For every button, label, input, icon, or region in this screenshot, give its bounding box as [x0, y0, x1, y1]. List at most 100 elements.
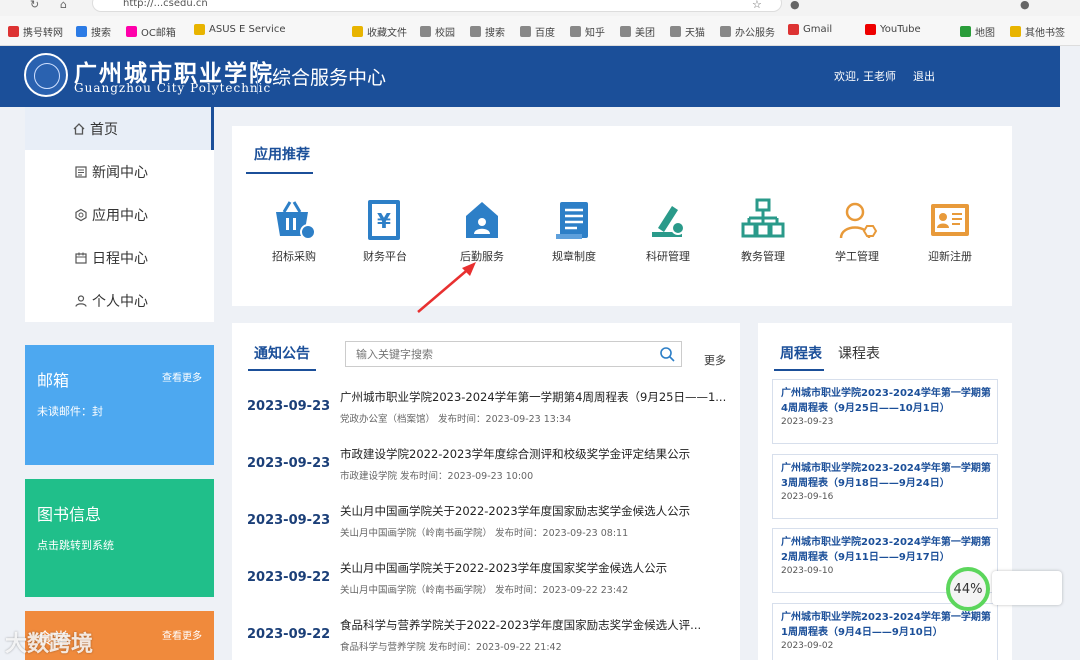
schedule-title[interactable]: 广州城市职业学院2023-2024学年第一学期第2周周程表（9月11日——9月1… — [781, 535, 991, 565]
notice-item[interactable]: 2023-09-23 关山月中国画学院关于2022-2023学年度国家励志奖学金… — [232, 495, 740, 552]
sidebar-item-profile[interactable]: 个人中心 — [25, 279, 214, 322]
search-icon[interactable] — [659, 346, 675, 366]
schedule-item[interactable]: 广州城市职业学院2023-2024学年第一学期第3周周程表（9月18日——9月2… — [772, 454, 998, 519]
bookmark-item[interactable]: 天猫 — [670, 24, 705, 39]
app-student[interactable]: 学工管理 — [817, 198, 897, 264]
notice-meta: 党政办公室（档案馆） 发布时间：2023-09-23 13:34 — [340, 414, 572, 425]
schedule-date: 2023-09-23 — [781, 417, 834, 427]
reload-icon[interactable]: ↻ — [30, 0, 39, 10]
sidebar-item-home[interactable]: 首页 — [25, 107, 214, 150]
notice-item[interactable]: 2023-09-22 关山月中国画学院关于2022-2023学年度国家奖学金候选… — [232, 552, 740, 609]
schedule-title[interactable]: 广州城市职业学院2023-2024学年第一学期第4周周程表（9月25日——10月… — [781, 386, 991, 416]
bookmark-item[interactable]: 美团 — [620, 24, 655, 39]
tab-notice[interactable]: 通知公告 — [254, 343, 310, 363]
favorite-star-icon[interactable]: ☆ — [752, 0, 762, 10]
bookmark-item[interactable]: 搜索 — [470, 24, 505, 39]
network-speed-widget[interactable]: 44% — [940, 565, 1070, 613]
notice-item[interactable]: 2023-09-23 广州城市职业学院2023-2024学年第一学期第4周周程表… — [232, 381, 740, 438]
app-label: 招标采购 — [272, 250, 316, 263]
tab-course-schedule[interactable]: 课程表 — [838, 343, 880, 363]
app-rules[interactable]: 规章制度 — [534, 198, 614, 264]
bookmark-icon — [352, 26, 363, 37]
library-link-text[interactable]: 点击跳转到系统 — [37, 537, 114, 553]
bookmark-item[interactable]: 办公服务 — [720, 24, 775, 39]
notice-date: 2023-09-22 — [247, 627, 331, 642]
bookmark-icon — [788, 24, 799, 35]
bookmark-label: YouTube — [880, 24, 921, 35]
bookmark-item[interactable]: 其他书签 — [1010, 24, 1065, 39]
header-divider — [257, 60, 258, 94]
bookmark-item[interactable]: 地图 — [960, 24, 995, 39]
bookmark-icon — [960, 26, 971, 37]
tab-underline — [248, 369, 316, 371]
notice-title[interactable]: 关山月中国画学院关于2022-2023学年度国家励志奖学金候选人公示 — [340, 503, 730, 519]
bookmark-item[interactable]: ASUS E Service — [194, 24, 286, 35]
schedule-item[interactable]: 广州城市职业学院2023-2024学年第一学期第4周周程表（9月25日——10月… — [772, 379, 998, 444]
watermark-text: 大数跨境 — [5, 632, 94, 657]
search-input[interactable] — [346, 342, 646, 366]
notice-meta: 市政建设学院 发布时间：2023-09-23 10:00 — [340, 471, 534, 482]
bookmark-item[interactable]: Gmail — [788, 24, 832, 35]
schedule-title[interactable]: 广州城市职业学院2023-2024学年第一学期第1周周程表（9月4日——9月10… — [781, 610, 991, 640]
bookmark-label: 校园 — [435, 28, 455, 39]
notice-date: 2023-09-23 — [247, 513, 331, 528]
mail-more-link[interactable]: 查看更多 — [162, 369, 202, 384]
welcome-text: 欢迎, 王老师 — [834, 70, 896, 83]
bookmark-item[interactable]: 搜索 — [76, 24, 111, 39]
home-icon — [71, 121, 86, 136]
library-card[interactable]: 图书信息 点击跳转到系统 — [25, 479, 214, 597]
app-registration[interactable]: 迎新注册 — [910, 198, 990, 264]
address-bar[interactable]: http://...csedu.cn — [92, 0, 782, 12]
bookmark-label: 百度 — [535, 28, 555, 39]
profile-avatar-icon[interactable]: ● — [1020, 0, 1030, 10]
bookmark-item[interactable]: 知乎 — [570, 24, 605, 39]
sidebar-item-apps[interactable]: 应用中心 — [25, 193, 214, 236]
notice-title[interactable]: 关山月中国画学院关于2022-2023学年度国家奖学金候选人公示 — [340, 560, 730, 576]
home-browser-icon[interactable]: ⌂ — [60, 0, 67, 10]
app-academic[interactable]: 教务管理 — [723, 198, 803, 264]
app-logistics[interactable]: 后勤服务 — [442, 198, 522, 264]
bookmark-item[interactable]: 校园 — [420, 24, 455, 39]
news-icon — [73, 164, 88, 179]
app-label: 财务平台 — [363, 250, 407, 263]
logistics-icon — [466, 202, 498, 238]
bookmark-label: 搜索 — [91, 28, 111, 39]
sidebar-item-calendar[interactable]: 日程中心 — [25, 236, 214, 279]
app-purchase[interactable]: 招标采购 — [254, 198, 334, 264]
canteen-more-link[interactable]: 查看更多 — [162, 627, 202, 642]
notice-title[interactable]: 广州城市职业学院2023-2024学年第一学期第4周周程表（9月25日——1..… — [340, 389, 730, 405]
tab-weekly-schedule[interactable]: 周程表 — [780, 343, 822, 363]
bookmark-label: Gmail — [803, 24, 833, 35]
speed-percent: 44% — [946, 567, 990, 611]
bookmark-icon — [720, 26, 731, 37]
sidebar-item-label: 应用中心 — [92, 207, 148, 224]
sidebar-item-label: 首页 — [90, 121, 118, 138]
schedule-title[interactable]: 广州城市职业学院2023-2024学年第一学期第3周周程表（9月18日——9月2… — [781, 461, 991, 491]
logout-link[interactable]: 退出 — [913, 68, 935, 84]
bookmark-icon — [520, 26, 531, 37]
notice-item[interactable]: 2023-09-23 市政建设学院2022-2023学年度综合测评和校级奖学金评… — [232, 438, 740, 495]
speed-panel — [992, 571, 1062, 605]
library-card-title: 图书信息 — [37, 505, 102, 524]
bookmark-item[interactable]: 收藏文件 — [352, 24, 407, 39]
sidebar-item-news[interactable]: 新闻中心 — [25, 150, 214, 193]
app-research[interactable]: 科研管理 — [628, 198, 708, 264]
notice-more-link[interactable]: 更多 — [704, 352, 726, 368]
bookmark-icon — [670, 26, 681, 37]
bookmark-item[interactable]: YouTube — [865, 24, 921, 35]
app-icon — [73, 207, 88, 222]
notice-title[interactable]: 市政建设学院2022-2023学年度综合测评和校级奖学金评定结果公示 — [340, 446, 730, 462]
mail-card[interactable]: 邮箱 查看更多 未读邮件：封 — [25, 345, 214, 465]
bookmark-item[interactable]: OC邮箱 — [126, 24, 176, 39]
app-finance[interactable]: ¥ 财务平台 — [345, 198, 425, 264]
bookmark-item[interactable]: 百度 — [520, 24, 555, 39]
bookmark-label: 收藏文件 — [367, 28, 407, 39]
notice-title[interactable]: 食品科学与营养学院关于2022-2023学年度国家励志奖学金候选人评... — [340, 617, 730, 633]
bookmark-item[interactable]: 携号转网 — [8, 24, 63, 39]
notice-item[interactable]: 2023-09-22 食品科学与营养学院关于2022-2023学年度国家励志奖学… — [232, 609, 740, 660]
extension-icon[interactable]: ● — [790, 0, 800, 10]
address-text: http://...csedu.cn — [123, 0, 208, 9]
calendar-icon — [73, 250, 88, 265]
bookmark-label: 其他书签 — [1025, 28, 1065, 39]
app-recommend-title: 应用推荐 — [254, 147, 310, 163]
